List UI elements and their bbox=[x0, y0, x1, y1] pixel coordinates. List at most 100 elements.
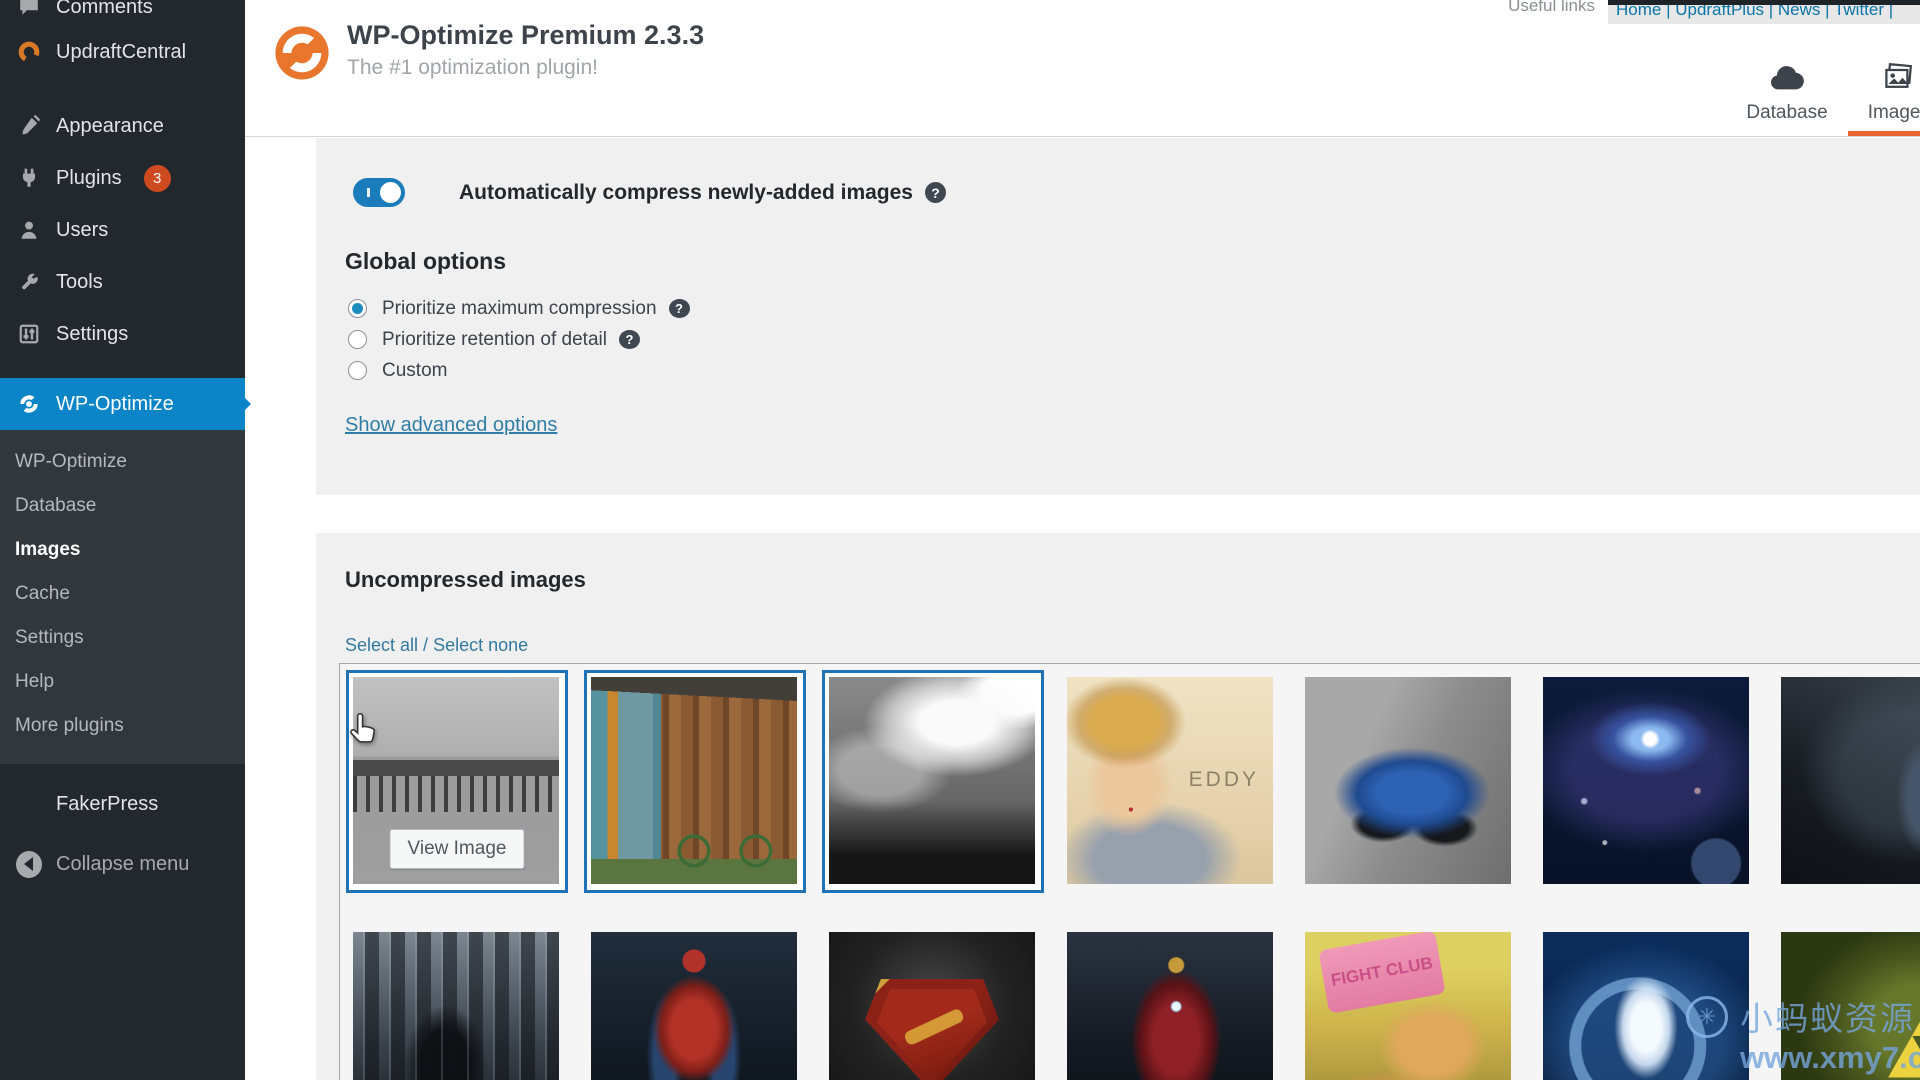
header-tabs: Database Images bbox=[1726, 63, 1920, 136]
radio-label: Prioritize maximum compression bbox=[382, 297, 657, 319]
radio-row-max-compression: Prioritize maximum compression ? bbox=[348, 293, 690, 324]
useful-links-items[interactable]: Home | UpdraftPlus | News | Twitter | bbox=[1608, 5, 1920, 20]
toggle-knob bbox=[380, 182, 401, 203]
submenu-label: Help bbox=[15, 671, 55, 692]
thumbnail-image bbox=[1781, 932, 1920, 1080]
submenu-item-wp-optimize[interactable]: WP-Optimize bbox=[0, 440, 245, 484]
help-icon[interactable]: ? bbox=[924, 182, 946, 203]
sidebar-item-updraftcentral[interactable]: UpdraftCentral bbox=[0, 26, 245, 78]
image-thumbnail-wooden-shack[interactable] bbox=[584, 670, 806, 893]
sidebar-item-label: FakerPress bbox=[56, 792, 159, 815]
thumbnail-image: EDDY bbox=[1067, 677, 1273, 884]
submenu-item-settings[interactable]: Settings bbox=[0, 616, 245, 660]
sidebar-item-appearance[interactable]: Appearance bbox=[0, 100, 245, 152]
global-options-title: Global options bbox=[345, 248, 506, 274]
sidebar-item-label: Settings bbox=[56, 322, 129, 345]
image-thumbnail-unicorn[interactable] bbox=[1536, 925, 1758, 1080]
collapse-arrow-icon bbox=[16, 850, 42, 878]
sidebar-item-tools[interactable]: Tools bbox=[0, 256, 245, 308]
sidebar-item-settings[interactable]: Settings bbox=[0, 308, 245, 360]
thumbnail-image bbox=[353, 932, 559, 1080]
sidebar-item-label: Users bbox=[56, 218, 109, 241]
sidebar-item-comments[interactable]: Comments bbox=[0, 0, 245, 26]
sidebar-item-label: Tools bbox=[56, 270, 103, 293]
image-thumbnail-eddy-portrait[interactable]: EDDY bbox=[1060, 670, 1282, 893]
sidebar-item-label: WP-Optimize bbox=[56, 392, 174, 415]
collapse-menu-button[interactable]: Collapse menu bbox=[0, 838, 245, 890]
radio-label: Custom bbox=[382, 359, 448, 381]
thumbnail-image bbox=[591, 932, 797, 1080]
sidebar-item-fakerpress[interactable]: FakerPress bbox=[0, 778, 245, 830]
image-thumbnail-fight-club[interactable]: FIGHT CLUB bbox=[1298, 925, 1520, 1080]
tab-database[interactable]: Database bbox=[1726, 63, 1847, 136]
comments-icon bbox=[16, 0, 42, 20]
submenu-label: Settings bbox=[15, 627, 84, 648]
show-advanced-options-link[interactable]: Show advanced options bbox=[345, 414, 557, 437]
radio-custom[interactable] bbox=[348, 361, 367, 380]
view-image-button[interactable]: View Image bbox=[389, 829, 525, 869]
image-thumbnail-snowy-city[interactable] bbox=[346, 925, 568, 1080]
appearance-icon bbox=[16, 113, 42, 139]
submenu-item-database[interactable]: Database bbox=[0, 484, 245, 528]
submenu-item-images[interactable]: Images bbox=[0, 528, 245, 572]
thumbnail-image bbox=[1305, 677, 1511, 884]
help-icon[interactable]: ? bbox=[618, 330, 640, 349]
image-thumbnail-captain-america[interactable] bbox=[1774, 670, 1920, 893]
select-none-link[interactable]: Select none bbox=[433, 635, 528, 655]
eddy-overlay-text: EDDY bbox=[1188, 768, 1259, 792]
tab-label: Database bbox=[1746, 102, 1828, 123]
users-icon bbox=[16, 217, 42, 243]
submenu-item-cache[interactable]: Cache bbox=[0, 572, 245, 616]
tools-icon bbox=[16, 269, 42, 295]
submenu-label: Database bbox=[15, 495, 97, 516]
sidebar-item-wp-optimize[interactable]: WP-Optimize bbox=[0, 378, 245, 430]
thumbnail-image bbox=[1543, 932, 1749, 1080]
plugin-header: WP-Optimize Premium 2.3.3 The #1 optimiz… bbox=[245, 0, 1920, 137]
sidebar-item-label: Comments bbox=[56, 0, 153, 18]
page-title: WP-Optimize Premium 2.3.3 bbox=[347, 20, 705, 50]
auto-compress-row: Automatically compress newly-added image… bbox=[353, 178, 946, 207]
submenu-label: Images bbox=[15, 539, 81, 560]
triforce-shape bbox=[1888, 993, 1920, 1078]
sidebar-item-plugins[interactable]: Plugins 3 bbox=[0, 152, 245, 204]
radio-row-custom: Custom bbox=[348, 355, 690, 386]
superman-shield bbox=[865, 978, 999, 1080]
submenu-label: More plugins bbox=[15, 715, 124, 736]
sidebar-item-label: Plugins bbox=[56, 166, 122, 189]
image-thumbnail-bw-pier[interactable]: View Image bbox=[346, 670, 568, 893]
image-thumbnail-spiderman[interactable] bbox=[584, 925, 806, 1080]
radio-row-retention-detail: Prioritize retention of detail ? bbox=[348, 324, 690, 355]
thumbnail-image bbox=[1543, 677, 1749, 884]
image-thumbnail-iron-man[interactable] bbox=[1060, 925, 1282, 1080]
image-thumbnail-galaxy[interactable] bbox=[1536, 670, 1758, 893]
auto-compress-label: Automatically compress newly-added image… bbox=[459, 180, 913, 204]
sidebar-item-label: Appearance bbox=[56, 114, 164, 137]
useful-links-bar: Home | UpdraftPlus | News | Twitter | bbox=[1608, 0, 1920, 24]
useful-links-label: Useful links bbox=[1508, 0, 1595, 15]
image-thumbnail-superman-logo[interactable] bbox=[822, 925, 1044, 1080]
images-stack-icon bbox=[1882, 63, 1916, 96]
select-all-link[interactable]: Select all bbox=[345, 635, 418, 655]
image-thumbnail-bw-clouds[interactable] bbox=[822, 670, 1044, 893]
radio-retention-detail[interactable] bbox=[348, 330, 367, 349]
image-grid-row-1: View Image EDDY bbox=[346, 670, 1920, 893]
thumbnail-image bbox=[591, 677, 797, 884]
submenu-item-help[interactable]: Help bbox=[0, 660, 245, 704]
admin-sidebar: Comments UpdraftCentral Appearance Plugi… bbox=[0, 0, 245, 1080]
help-icon[interactable]: ? bbox=[668, 299, 690, 318]
submenu-item-more-plugins[interactable]: More plugins bbox=[0, 704, 245, 748]
thumbnail-image bbox=[829, 932, 1035, 1080]
image-thumbnail-triforce[interactable] bbox=[1774, 925, 1920, 1080]
submenu-label: Cache bbox=[15, 583, 70, 604]
image-thumbnail-race-car[interactable] bbox=[1298, 670, 1520, 893]
settings-icon bbox=[16, 321, 42, 347]
radio-label: Prioritize retention of detail bbox=[382, 328, 607, 350]
sidebar-item-users[interactable]: Users bbox=[0, 204, 245, 256]
plugins-update-badge: 3 bbox=[143, 164, 171, 192]
collapse-menu-label: Collapse menu bbox=[56, 852, 190, 875]
soap-bar: FIGHT CLUB bbox=[1318, 932, 1446, 1014]
radio-max-compression[interactable] bbox=[348, 299, 367, 318]
thumbnail-image bbox=[829, 677, 1035, 884]
tab-images[interactable]: Images bbox=[1847, 63, 1920, 136]
auto-compress-toggle[interactable] bbox=[353, 178, 405, 207]
